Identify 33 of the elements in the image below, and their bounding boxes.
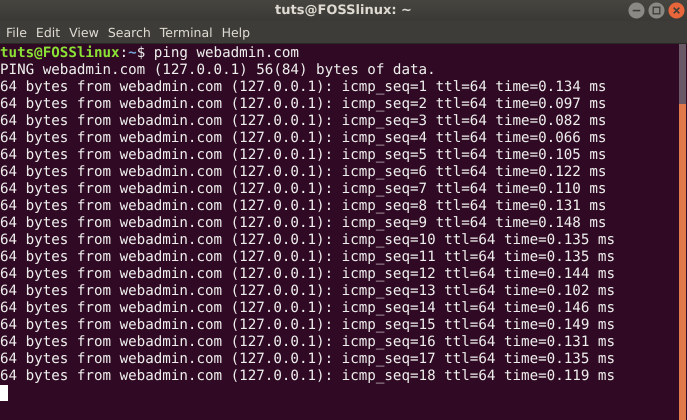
output-line: 64 bytes from webadmin.com (127.0.0.1): icmp_seq=18 ttl=64 time=0.119 ms [0,368,616,385]
output-line: 64 bytes from webadmin.com (127.0.0.1): icmp_seq=17 ttl=64 time=0.135 ms [0,351,616,368]
output-line: 64 bytes from webadmin.com (127.0.0.1): icmp_seq=8 ttl=64 time=0.131 ms [0,198,608,215]
output-line: 64 bytes from webadmin.com (127.0.0.1): icmp_seq=7 ttl=64 time=0.110 ms [0,181,608,198]
command-line: tuts@FOSSlinux:~$ ping webadmin.com [0,45,300,62]
output-line: 64 bytes from webadmin.com (127.0.0.1): icmp_seq=11 ttl=64 time=0.135 ms [0,249,616,266]
menu-item[interactable]: Search [104,24,157,40]
output-line: 64 bytes from webadmin.com (127.0.0.1): icmp_seq=2 ttl=64 time=0.097 ms [0,96,608,113]
minimize-icon[interactable] [628,2,645,19]
output-line: 64 bytes from webadmin.com (127.0.0.1): icmp_seq=9 ttl=64 time=0.148 ms [0,215,608,232]
output-line: 64 bytes from webadmin.com (127.0.0.1): icmp_seq=5 ttl=64 time=0.105 ms [0,147,608,164]
menu-item[interactable]: Help [218,24,256,40]
output-line: 64 bytes from webadmin.com (127.0.0.1): icmp_seq=14 ttl=64 time=0.146 ms [0,300,616,317]
maximize-icon[interactable] [648,2,665,19]
menu-item[interactable]: View [66,24,105,40]
close-icon[interactable] [668,2,685,19]
menu-item[interactable]: Edit [32,24,66,40]
output-line: 64 bytes from webadmin.com (127.0.0.1): icmp_seq=16 ttl=64 time=0.131 ms [0,334,616,351]
scrollbar-thumb[interactable] [679,104,686,420]
menu-item[interactable]: File [3,24,33,40]
menu-item[interactable]: Terminal [156,24,219,40]
output-line: 64 bytes from webadmin.com (127.0.0.1): icmp_seq=15 ttl=64 time=0.149 ms [0,317,616,334]
window-title: tuts@FOSSlinux: ~ [275,3,412,18]
output-line: 64 bytes from webadmin.com (127.0.0.1): icmp_seq=4 ttl=64 time=0.066 ms [0,130,608,147]
text-cursor [0,385,8,401]
output-line: 64 bytes from webadmin.com (127.0.0.1): icmp_seq=10 ttl=64 time=0.135 ms [0,232,616,249]
output-line: PING webadmin.com (127.0.0.1) 56(84) bytes of data. [0,62,437,79]
output-line: 64 bytes from webadmin.com (127.0.0.1): icmp_seq=1 ttl=64 time=0.134 ms [0,79,608,96]
scrollbar[interactable] [679,44,686,420]
output-line: 64 bytes from webadmin.com (127.0.0.1): icmp_seq=13 ttl=64 time=0.102 ms [0,283,616,300]
output-line: 64 bytes from webadmin.com (127.0.0.1): icmp_seq=3 ttl=64 time=0.082 ms [0,113,608,130]
output-line: 64 bytes from webadmin.com (127.0.0.1): icmp_seq=6 ttl=64 time=0.122 ms [0,164,608,181]
output-line: 64 bytes from webadmin.com (127.0.0.1): icmp_seq=12 ttl=64 time=0.144 ms [0,266,616,283]
